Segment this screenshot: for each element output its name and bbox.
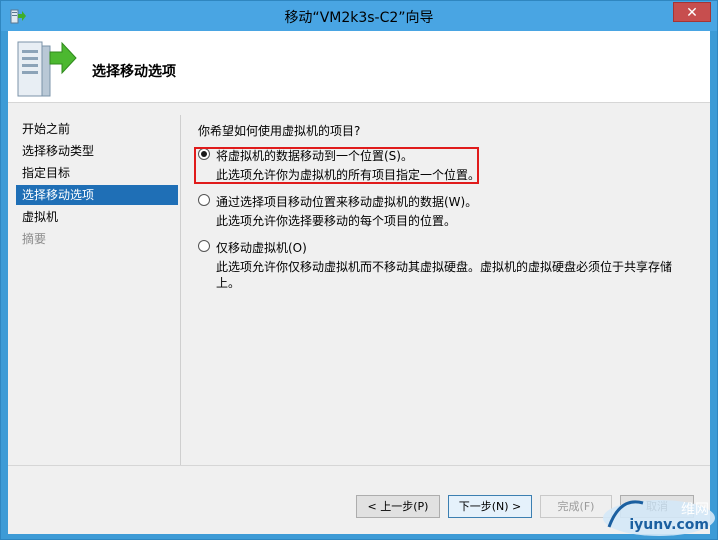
wizard-header: 选择移动选项	[8, 31, 710, 103]
sidebar-item-virtual-machine[interactable]: 虚拟机	[16, 207, 178, 227]
previous-button[interactable]: < 上一步(P)	[356, 495, 440, 518]
option-description: 此选项允许你选择要移动的每个项目的位置。	[216, 214, 457, 228]
wizard-client-area: 选择移动选项 开始之前 选择移动类型 指定目标 选择移动选项 虚拟机 摘要 你希…	[8, 31, 710, 534]
close-icon: ✕	[686, 5, 698, 21]
title-bar[interactable]: 移动“VM2k3s-C2”向导 ✕	[1, 1, 717, 31]
watermark-text-cn: 维网	[681, 502, 709, 518]
option-move-vm-only[interactable]: 仅移动虚拟机(O) 此选项允许你仅移动虚拟机而不移动其虚拟硬盘。虚拟机的虚拟硬盘…	[198, 239, 698, 299]
option-description-continued: 上。	[216, 276, 241, 290]
sidebar-divider	[180, 115, 181, 465]
site-watermark: 维网 iyunv.com	[599, 493, 717, 539]
watermark-text-url: iyunv.com	[629, 517, 709, 533]
wizard-steps-sidebar: 开始之前 选择移动类型 指定目标 选择移动选项 虚拟机 摘要	[8, 104, 180, 534]
next-button[interactable]: 下一步(N) >	[448, 495, 532, 518]
option-label[interactable]: 仅移动虚拟机(O)	[216, 239, 307, 256]
sidebar-item-move-options[interactable]: 选择移动选项	[16, 185, 178, 205]
radio-move-by-item[interactable]	[198, 194, 210, 206]
sidebar-item-summary: 摘要	[22, 232, 47, 246]
option-move-by-item[interactable]: 通过选择项目移动位置来移动虚拟机的数据(W)。 此选项允许你选择要移动的每个项目…	[198, 193, 698, 233]
page-title: 选择移动选项	[92, 64, 176, 80]
server-arrow-icon	[14, 36, 82, 100]
close-button[interactable]: ✕	[673, 2, 711, 22]
question-text: 你希望如何使用虚拟机的项目?	[198, 124, 361, 138]
window-title: 移动“VM2k3s-C2”向导	[284, 10, 434, 26]
sidebar-item-move-type[interactable]: 选择移动类型	[16, 141, 178, 161]
option-description: 此选项允许你仅移动虚拟机而不移动其虚拟硬盘。虚拟机的虚拟硬盘必须位于共享存储	[216, 260, 673, 274]
radio-move-vm-only[interactable]	[198, 240, 210, 252]
option-label[interactable]: 通过选择项目移动位置来移动虚拟机的数据(W)。	[216, 193, 477, 210]
footer-divider	[8, 465, 710, 466]
annotation-highlight-box	[194, 147, 479, 184]
sidebar-item-specify-destination[interactable]: 指定目标	[16, 163, 178, 183]
wizard-window: 移动“VM2k3s-C2”向导 ✕ 选择移动选项 开始之前 选择移动类型 指定目…	[0, 0, 718, 540]
sidebar-item-before-you-begin[interactable]: 开始之前	[16, 119, 178, 139]
